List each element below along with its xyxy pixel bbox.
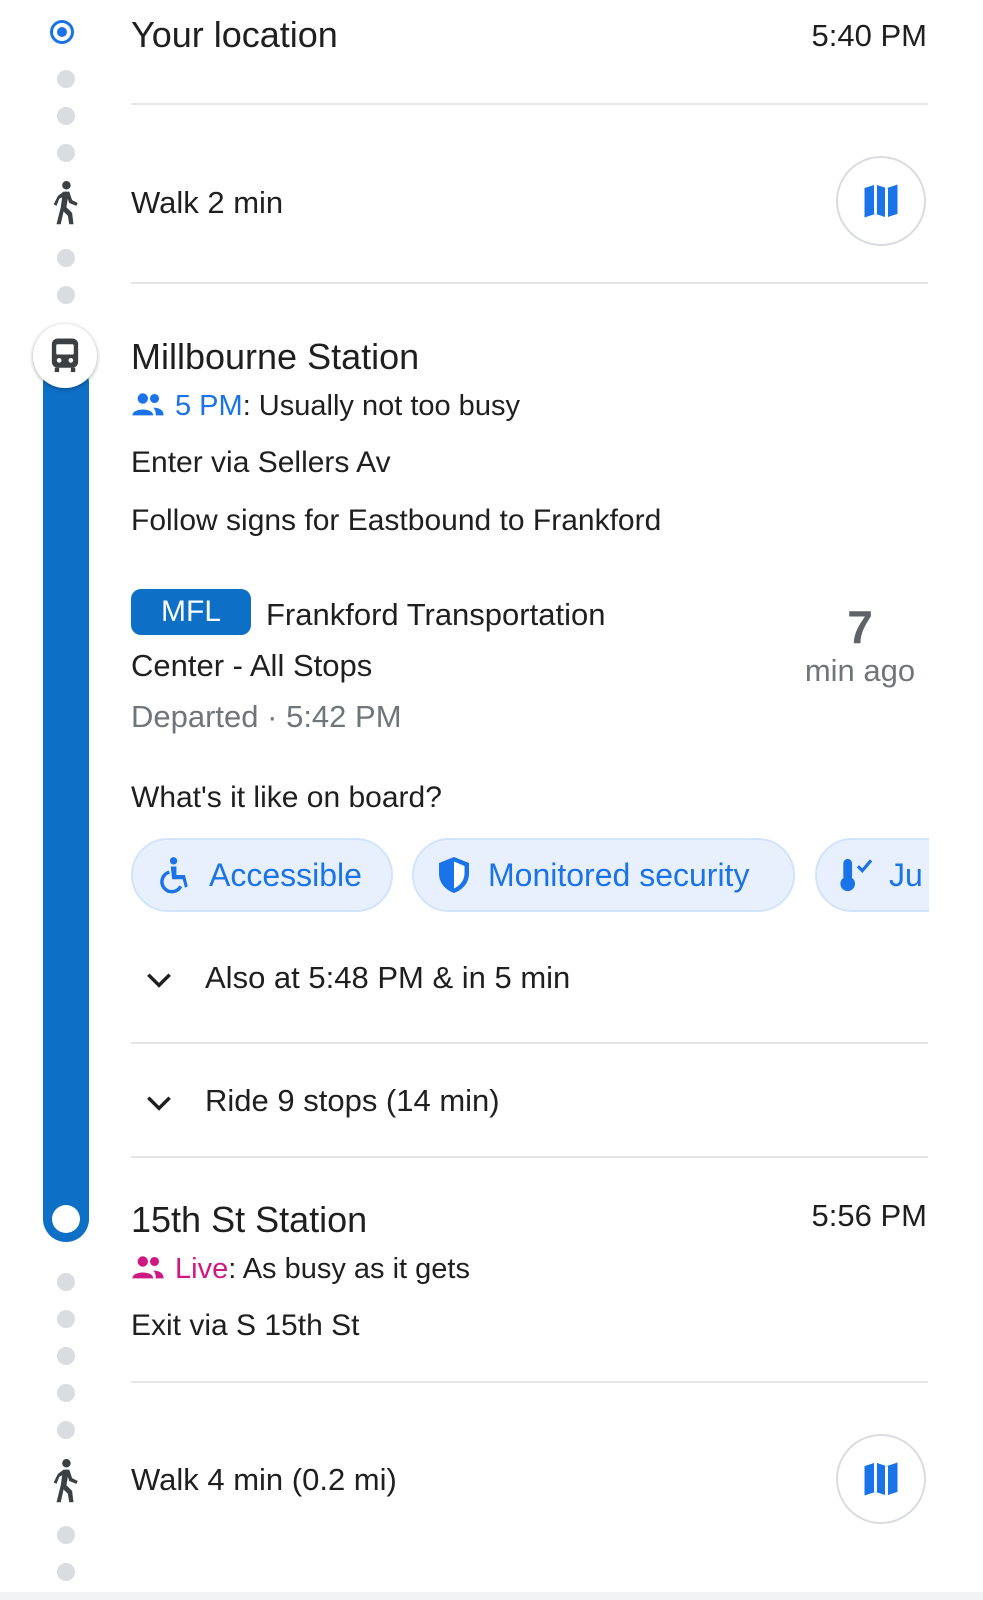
headsign-line1: Frankford Transportation	[266, 597, 606, 632]
rail-dot	[57, 249, 75, 267]
divider	[131, 1156, 928, 1158]
also-at-toggle[interactable]: Also at 5:48 PM & in 5 min	[205, 960, 570, 996]
walk-map-button[interactable]	[836, 156, 926, 246]
rail-dot	[57, 1384, 75, 1402]
origin-time: 5:40 PM	[811, 18, 927, 53]
alight-station-name[interactable]: 15th St Station	[131, 1199, 367, 1241]
walk-icon	[53, 181, 78, 225]
chip-temperature[interactable]: Ju	[815, 838, 929, 912]
ride-stops-toggle[interactable]: Ride 9 stops (14 min)	[205, 1083, 500, 1119]
destination-stop-marker	[43, 1196, 89, 1242]
people-icon	[132, 393, 164, 416]
busy-time: 5 PM	[175, 390, 243, 422]
chip-label: Ju	[889, 856, 923, 893]
shield-icon	[439, 857, 469, 893]
rail-dot	[57, 1347, 75, 1365]
popular-times-row: 5 PM: Usually not too busy	[131, 390, 520, 423]
rail-dot	[57, 144, 75, 162]
chevron-down-icon[interactable]	[143, 1087, 175, 1119]
divider	[131, 103, 928, 105]
rail-dot	[57, 1526, 75, 1544]
rail-dot	[57, 1421, 75, 1439]
rail-dot	[57, 1310, 75, 1328]
live-label: Live	[175, 1253, 229, 1285]
onboard-question: What's it like on board?	[131, 781, 442, 814]
follow-instruction: Follow signs for Eastbound to Frankford	[131, 504, 662, 537]
divider	[131, 1042, 928, 1044]
live-busy-row: Live: As busy as it gets	[131, 1253, 470, 1286]
alight-time: 5:56 PM	[811, 1198, 927, 1233]
walk-step-label[interactable]: Walk 4 min (0.2 mi)	[131, 1462, 397, 1498]
ago-unit: min ago	[804, 653, 916, 688]
rail-dot	[57, 70, 75, 88]
map-icon	[864, 1462, 898, 1496]
rail-dot	[57, 107, 75, 125]
departure-status: Departed · 5:42 PM	[131, 699, 402, 734]
thermometer-check-icon	[840, 858, 873, 892]
walk-icon	[53, 1459, 78, 1503]
board-station-name[interactable]: Millbourne Station	[131, 336, 419, 378]
chip-label: Accessible	[209, 856, 362, 893]
busy-text: : Usually not too busy	[242, 390, 520, 422]
live-text: : As busy as it gets	[228, 1253, 470, 1285]
headsign-line2: Center - All Stops	[131, 648, 373, 683]
rail-dot	[57, 1563, 75, 1581]
chip-label: Monitored security	[488, 856, 750, 893]
exit-instruction: Exit via S 15th St	[131, 1309, 360, 1342]
train-icon	[33, 324, 97, 388]
walk-map-button[interactable]	[836, 1434, 926, 1524]
wheelchair-icon	[160, 857, 188, 894]
divider	[131, 282, 928, 284]
rail-dot	[57, 286, 75, 304]
transit-directions-page: Your location 5:40 PM Walk 2 min Millbou…	[0, 0, 983, 1600]
chip-accessible[interactable]: Accessible	[131, 838, 393, 912]
chip-monitored-security[interactable]: Monitored security	[412, 838, 795, 912]
map-icon	[864, 184, 898, 218]
ago-value: 7	[847, 601, 873, 653]
chevron-down-icon[interactable]	[143, 964, 175, 996]
people-icon	[132, 1256, 164, 1279]
route-badge[interactable]: MFL	[131, 589, 251, 635]
walk-step-label[interactable]: Walk 2 min	[131, 185, 283, 221]
bottom-sheet-edge	[0, 1592, 983, 1600]
divider	[131, 1381, 928, 1383]
rail-dot	[57, 1273, 75, 1291]
enter-instruction: Enter via Sellers Av	[131, 446, 391, 479]
transit-line-bar	[43, 360, 89, 1240]
onboard-chips-row: Accessible Monitored security Ju	[0, 830, 929, 920]
origin-label: Your location	[131, 14, 338, 55]
origin-marker-icon	[50, 20, 74, 44]
